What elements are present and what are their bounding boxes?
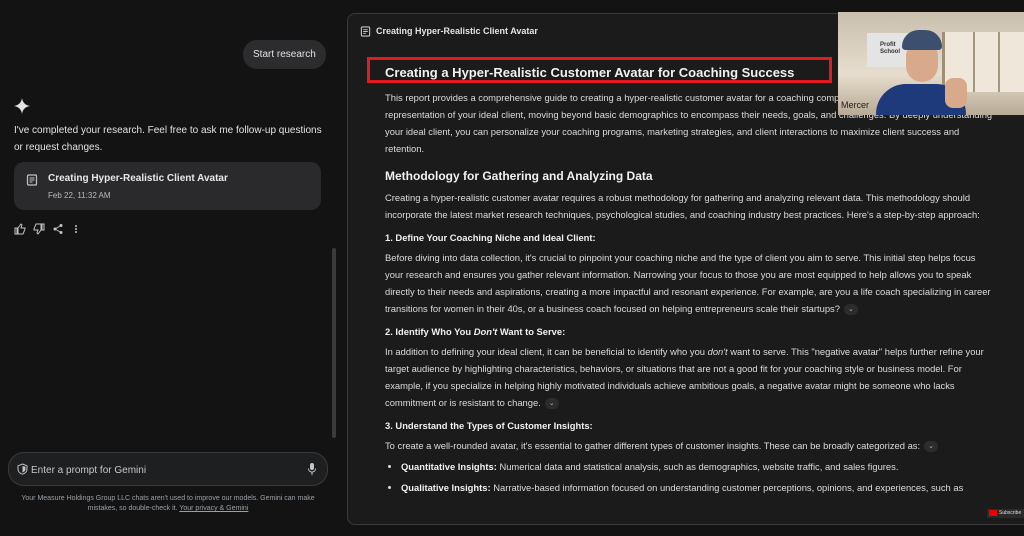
step-3-text: To create a well-rounded avatar, it's es…	[385, 440, 921, 451]
assistant-reply-text: I've completed your research. Feel free …	[14, 125, 322, 153]
chevron-down-icon[interactable]: ⌄	[843, 304, 858, 316]
presenter-arm	[945, 78, 967, 108]
presenter-cap	[902, 30, 942, 50]
report-card[interactable]: Creating Hyper-Realistic Client Avatar F…	[14, 162, 321, 210]
webcam-overlay: Profit School Mercer	[838, 12, 1024, 115]
chat-scrollbar[interactable]	[332, 248, 336, 438]
user-message-bubble: Start research	[243, 40, 326, 69]
prompt-input[interactable]	[29, 460, 293, 480]
report-card-title: Creating Hyper-Realistic Client Avatar	[48, 173, 228, 184]
report-card-date: Feb 22, 11:32 AM	[48, 191, 111, 200]
methodology-heading: Methodology for Gathering and Analyzing …	[385, 169, 653, 183]
insights-list: Quantitative Insights: Numerical data an…	[385, 456, 995, 498]
step-2-heading-em: Don't	[473, 326, 498, 337]
thumb-down-icon[interactable]	[33, 222, 45, 235]
subscribe-badge[interactable]: Subscribe	[987, 509, 1024, 518]
step-1-text: Before diving into data collection, it's…	[385, 252, 991, 314]
bullet-label: Quantitative Insights:	[401, 461, 497, 472]
report-body: Creating a Hyper-Realistic Customer Avat…	[367, 57, 995, 524]
disclaimer: Your Measure Holdings Group LLC chats ar…	[12, 494, 324, 514]
step-3-heading: 3. Understand the Types of Customer Insi…	[385, 420, 593, 431]
report-header-title: Creating Hyper-Realistic Client Avatar	[376, 26, 538, 36]
bullet-text: Numerical data and statistical analysis,…	[496, 461, 899, 472]
step-2-heading: 2. Identify Who You Don't Want to Serve:	[385, 326, 995, 337]
list-item: Qualitative Insights: Narrative-based in…	[401, 477, 995, 498]
title-highlight-box	[367, 57, 832, 83]
step-2-text-a: In addition to defining your ideal clien…	[385, 346, 708, 357]
webcam-window-frame	[973, 32, 975, 92]
chevron-down-icon[interactable]: ⌄	[924, 441, 939, 453]
shield-icon	[17, 463, 28, 475]
list-item: Quantitative Insights: Numerical data an…	[401, 456, 995, 477]
chat-pane: Start research I've completed your resea…	[0, 0, 340, 536]
bullet-label: Qualitative Insights:	[401, 482, 491, 493]
privacy-link[interactable]: Your privacy & Gemini	[179, 505, 248, 512]
step-1-paragraph: Before diving into data collection, it's…	[385, 249, 995, 317]
document-icon	[26, 174, 38, 186]
prompt-box	[8, 452, 328, 486]
presenter-name: Mercer	[841, 100, 870, 110]
webcam-window-frame	[998, 32, 1000, 92]
youtube-icon	[989, 510, 997, 516]
bullet-text: Narrative-based information focused on u…	[490, 482, 964, 493]
gemini-spark-icon	[14, 98, 30, 114]
methodology-paragraph: Creating a hyper-realistic customer avat…	[385, 192, 980, 220]
step-2-text-em: don't	[707, 346, 728, 357]
subscribe-label: Subscribe	[999, 510, 1022, 516]
document-icon	[360, 26, 371, 37]
microphone-icon[interactable]	[307, 462, 317, 476]
share-icon[interactable]	[52, 222, 64, 234]
disclaimer-text: Your Measure Holdings Group LLC chats ar…	[21, 495, 315, 512]
more-vert-icon[interactable]	[70, 222, 82, 234]
step-2-paragraph: In addition to defining your ideal clien…	[385, 343, 995, 411]
step-2-heading-b: Want to Serve:	[497, 326, 566, 337]
chevron-down-icon[interactable]: ⌄	[544, 398, 559, 410]
wall-poster: Profit School	[867, 33, 909, 67]
thumb-up-icon[interactable]	[14, 222, 26, 235]
report-title: Creating a Hyper-Realistic Customer Avat…	[367, 57, 840, 86]
step-3-paragraph: To create a well-rounded avatar, it's es…	[385, 437, 995, 454]
step-1-heading: 1. Define Your Coaching Niche and Ideal …	[385, 232, 596, 243]
step-2-heading-a: 2. Identify Who You	[385, 326, 474, 337]
